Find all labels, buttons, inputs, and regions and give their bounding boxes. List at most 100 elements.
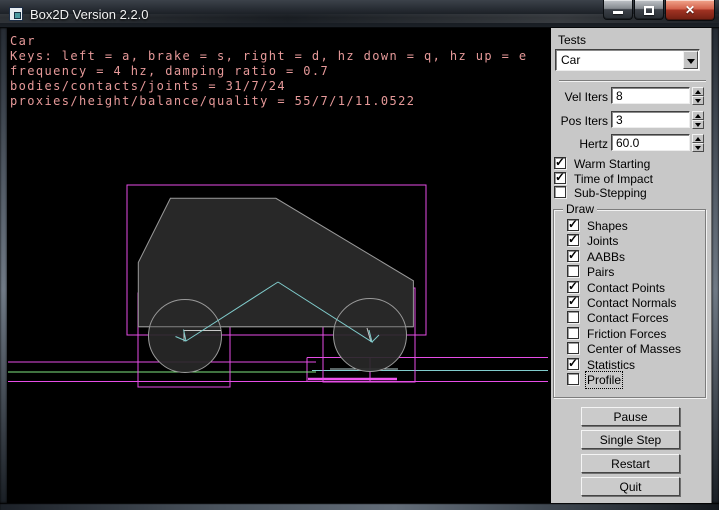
tests-dropdown[interactable]: Car (555, 49, 700, 71)
check-icon: ✓ (555, 170, 565, 184)
checkbox-center-of-masses[interactable]: Center of Masses (551, 342, 711, 355)
close-button[interactable]: ✕ (665, 0, 715, 21)
checkbox-friction-forces[interactable]: Friction Forces (551, 327, 711, 340)
check-icon: ✓ (555, 155, 565, 169)
vel-iters-spinner (692, 87, 704, 105)
checkbox-contact-normals[interactable]: ✓ Contact Normals (551, 296, 711, 309)
checkbox-profile[interactable]: Profile (551, 373, 711, 386)
checkbox-label: AABBs (587, 250, 625, 264)
stats-text: CarKeys: left = a, brake = s, right = d,… (10, 34, 527, 109)
simulation-canvas[interactable]: CarKeys: left = a, brake = s, right = d,… (7, 28, 550, 503)
window-border-right (712, 28, 719, 503)
window-border-bottom (0, 503, 719, 510)
checkbox-box[interactable]: ✓ (567, 219, 579, 231)
pos-iters-label: Pos Iters (551, 114, 608, 128)
draw-group-label: Draw (563, 202, 597, 216)
checkbox-box[interactable] (567, 311, 579, 323)
checkbox-label: Contact Normals (587, 296, 676, 310)
pause-button[interactable]: Pause (581, 407, 680, 426)
window-title: Box2D Version 2.2.0 (30, 7, 149, 22)
vel-iters-label: Vel Iters (551, 90, 608, 104)
checkbox-label: Pairs (587, 265, 614, 279)
checkbox-contact-points[interactable]: ✓ Contact Points (551, 281, 711, 294)
checkbox-contact-forces[interactable]: Contact Forces (551, 311, 711, 324)
check-icon: ✓ (568, 294, 578, 308)
spinner-up-icon[interactable] (692, 87, 704, 96)
ground-aabb-lines (8, 358, 548, 382)
close-icon: ✕ (666, 0, 714, 20)
checkbox-sub-stepping[interactable]: Sub-Stepping (551, 186, 711, 199)
checkbox-label: Profile (587, 373, 621, 387)
pos-iters-input[interactable]: 3 (611, 111, 690, 128)
checkbox-warm-starting[interactable]: ✓ Warm Starting (551, 157, 711, 170)
quit-button[interactable]: Quit (581, 477, 680, 496)
checkbox-box[interactable]: ✓ (567, 281, 579, 293)
checkbox-joints[interactable]: ✓ Joints (551, 234, 711, 247)
checkbox-label: Shapes (587, 219, 628, 233)
check-icon: ✓ (568, 279, 578, 293)
vel-iters-row: Vel Iters8 (551, 87, 713, 105)
checkbox-label: Warm Starting (574, 157, 650, 171)
check-icon: ✓ (568, 356, 578, 370)
minimize-icon (613, 11, 623, 14)
tests-label: Tests (558, 33, 586, 47)
pos-iters-row: Pos Iters3 (551, 111, 713, 129)
checkbox-time-of-impact[interactable]: ✓ Time of Impact (551, 172, 711, 185)
check-icon: ✓ (568, 217, 578, 231)
checkbox-shapes[interactable]: ✓ Shapes (551, 219, 711, 232)
window-border-left (0, 28, 7, 503)
checkbox-box[interactable] (554, 186, 566, 198)
stat-line: Keys: left = a, brake = s, right = d, hz… (10, 49, 527, 64)
hertz-label: Hertz (551, 137, 608, 151)
restart-button[interactable]: Restart (581, 454, 680, 473)
spinner-down-icon[interactable] (692, 120, 704, 129)
stat-line: proxies/height/balance/quality = 55/7/1/… (10, 94, 527, 109)
spinner-up-icon[interactable] (692, 111, 704, 120)
chevron-down-icon[interactable] (683, 51, 698, 69)
checkbox-box[interactable]: ✓ (554, 157, 566, 169)
title-bar[interactable]: Box2D Version 2.2.0 ✕ (0, 0, 719, 28)
checkbox-box[interactable]: ✓ (567, 296, 579, 308)
maximize-icon (644, 6, 654, 15)
client-area: CarKeys: left = a, brake = s, right = d,… (7, 28, 712, 503)
checkbox-label: Friction Forces (587, 327, 666, 341)
hertz-input[interactable]: 60.0 (611, 134, 690, 151)
stat-line: bodies/contacts/joints = 31/7/24 (10, 79, 527, 94)
tests-dropdown-value: Car (561, 53, 580, 67)
checkbox-label: Joints (587, 234, 618, 248)
checkbox-pairs[interactable]: Pairs (551, 265, 711, 278)
checkbox-box[interactable]: ✓ (567, 250, 579, 262)
checkbox-box[interactable] (567, 265, 579, 277)
checkbox-box[interactable] (567, 327, 579, 339)
checkbox-label: Contact Points (587, 281, 665, 295)
checkbox-aabbs[interactable]: ✓ AABBs (551, 250, 711, 263)
maximize-button[interactable] (634, 0, 664, 20)
control-panel: Tests Car Vel Iters8Pos Iters3Hertz60.0 … (550, 28, 712, 503)
checkbox-label: Contact Forces (587, 311, 668, 325)
stat-line: frequency = 4 hz, damping ratio = 0.7 (10, 64, 527, 79)
app-icon (9, 7, 23, 21)
checkbox-box[interactable]: ✓ (567, 234, 579, 246)
checkbox-label: Center of Masses (587, 342, 681, 356)
checkbox-box[interactable] (567, 342, 579, 354)
checkbox-box[interactable] (567, 373, 579, 385)
pos-iters-spinner (692, 111, 704, 129)
check-icon: ✓ (568, 232, 578, 246)
single-step-button[interactable]: Single Step (581, 430, 680, 449)
spinner-down-icon[interactable] (692, 96, 704, 105)
checkbox-label: Statistics (587, 358, 635, 372)
vel-iters-input[interactable]: 8 (611, 87, 690, 104)
stat-line: Car (10, 34, 527, 49)
hertz-spinner (692, 134, 704, 152)
minimize-button[interactable] (603, 0, 633, 20)
checkbox-box[interactable]: ✓ (567, 358, 579, 370)
app-icon-inner (14, 12, 21, 19)
app-window: Box2D Version 2.2.0 ✕ (0, 0, 719, 510)
checkbox-label: Time of Impact (574, 172, 653, 186)
checkbox-label: Sub-Stepping (574, 186, 647, 200)
spinner-down-icon[interactable] (692, 143, 704, 152)
checkbox-statistics[interactable]: ✓ Statistics (551, 358, 711, 371)
checkbox-box[interactable]: ✓ (554, 172, 566, 184)
separator (559, 80, 706, 82)
spinner-up-icon[interactable] (692, 134, 704, 143)
